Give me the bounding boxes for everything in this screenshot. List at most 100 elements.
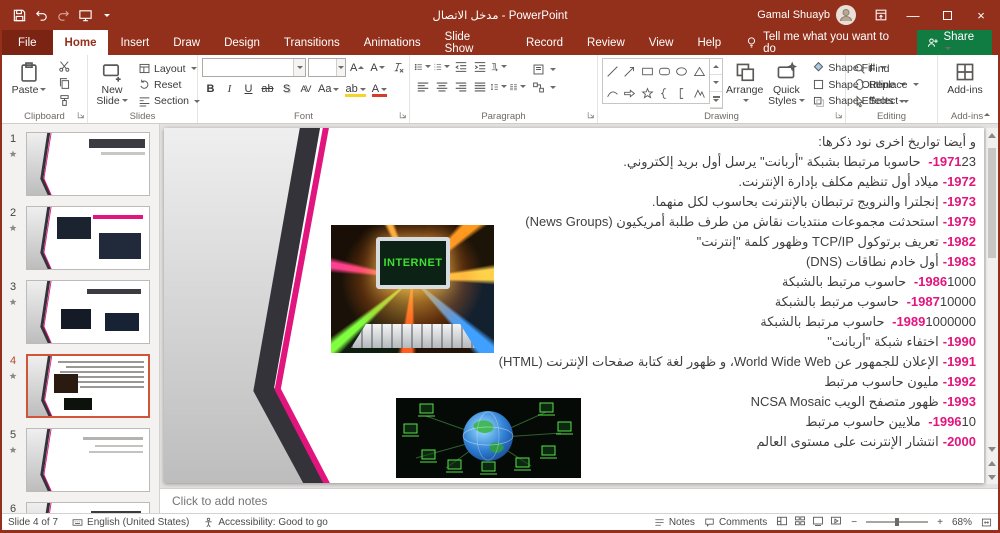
thumbnail-item-1[interactable]: 1 [4,132,155,196]
shape-block-arrow-icon[interactable] [621,82,638,104]
slide-thumbnail[interactable] [26,206,150,270]
ribbon-display-options-icon[interactable] [866,0,896,30]
tab-record[interactable]: Record [514,30,575,55]
slide-thumbnail-panel[interactable]: 1 2 3 4 5 6 [2,124,160,513]
slide-thumbnail[interactable] [26,280,150,344]
clipboard-dialog-launcher[interactable] [77,110,85,122]
previous-slide-button[interactable] [986,456,998,470]
format-painter-button[interactable] [55,93,74,109]
align-text-button[interactable] [529,61,559,78]
tab-insert[interactable]: Insert [108,30,161,55]
gallery-up-icon[interactable] [710,59,722,76]
scroll-up-icon[interactable] [986,128,998,142]
zoom-slider-knob[interactable] [894,518,899,526]
minimize-button[interactable]: — [896,0,930,30]
shape-line-icon[interactable] [604,60,621,82]
line-spacing-button[interactable] [490,78,507,95]
slide-thumbnail[interactable] [26,502,150,513]
bullets-button[interactable] [414,58,431,75]
language-indicator[interactable]: English (United States) [72,517,189,528]
font-name-combo[interactable] [202,58,306,77]
scrollbar-track[interactable] [986,142,998,442]
decrease-indent-button[interactable] [452,58,469,75]
scroll-down-icon[interactable] [986,442,998,456]
tab-animations[interactable]: Animations [352,30,433,55]
increase-indent-button[interactable] [471,58,488,75]
account-avatar[interactable] [836,5,856,25]
arrange-button[interactable]: Arrange [726,58,763,109]
gallery-more-icon[interactable] [710,92,722,108]
tab-design[interactable]: Design [212,30,272,55]
character-spacing-button[interactable]: AV [297,80,314,98]
tab-file[interactable]: File [2,30,53,55]
shapes-gallery-scroll[interactable] [710,58,723,109]
copy-button[interactable] [55,75,74,91]
underline-button[interactable]: U [240,80,257,98]
thumbnail-item-2[interactable]: 2 [4,206,155,270]
shape-rectangle-icon[interactable] [639,60,656,82]
shapes-gallery[interactable] [602,58,710,104]
layout-button[interactable]: Layout [135,61,203,76]
numbering-button[interactable] [433,58,450,75]
tab-view[interactable]: View [637,30,686,55]
font-color-button[interactable]: A [370,80,389,98]
maximize-button[interactable] [930,0,964,30]
comments-toggle[interactable]: Comments [704,517,767,528]
shape-curve-icon[interactable] [604,82,621,104]
font-dialog-launcher[interactable] [399,110,407,122]
new-slide-button[interactable]: New Slide [92,58,132,109]
replace-button[interactable]: Replace [850,77,922,92]
strikethrough-button[interactable]: ab [259,80,276,98]
find-button[interactable]: Find [850,61,922,76]
drawing-dialog-launcher[interactable] [835,110,843,122]
justify-button[interactable] [471,78,488,95]
thumbnail-item-6[interactable]: 6 [4,502,155,513]
next-slide-button[interactable] [986,470,998,484]
text-shadow-button[interactable]: S [278,80,295,98]
font-name-input[interactable] [203,59,294,76]
zoom-slider[interactable] [866,518,929,526]
slide-sorter-view-button[interactable] [794,515,806,530]
quick-styles-button[interactable]: Quick Styles [766,58,806,109]
tab-transitions[interactable]: Transitions [272,30,352,55]
collapse-ribbon-icon[interactable] [980,108,994,120]
account-name[interactable]: Gamal Shuayb [757,9,830,21]
animation-star-icon[interactable] [9,293,17,311]
paste-button[interactable]: Paste [6,58,52,109]
thumbnail-item-5[interactable]: 5 [4,428,155,492]
addins-button[interactable]: Add-ins [942,58,988,109]
animation-star-icon[interactable] [9,145,17,163]
accessibility-checker[interactable]: Accessibility: Good to go [203,517,328,528]
shape-freeform-icon[interactable] [691,82,708,104]
shape-arrow-icon[interactable] [621,60,638,82]
animation-star-icon[interactable] [9,367,17,385]
font-name-dropdown-icon[interactable] [293,59,305,76]
change-case-button[interactable]: Aa [316,80,341,98]
animation-star-icon[interactable] [9,441,17,459]
gallery-down-icon[interactable] [710,75,722,92]
normal-view-button[interactable] [776,515,788,530]
align-center-button[interactable] [433,78,450,95]
tab-review[interactable]: Review [575,30,637,55]
notes-toggle[interactable]: Notes [654,517,695,528]
undo-icon[interactable] [32,5,50,25]
reset-button[interactable]: Reset [135,77,203,92]
shape-oval-icon[interactable] [673,60,690,82]
notes-pane[interactable]: Click to add notes [160,488,998,513]
tab-slideshow[interactable]: Slide Show [433,30,514,55]
shape-triangle-icon[interactable] [691,60,708,82]
zoom-level[interactable]: 68% [952,517,972,528]
close-button[interactable]: × [964,0,998,30]
shape-brace-icon[interactable] [656,82,673,104]
grow-font-button[interactable]: A [348,59,366,77]
clear-formatting-button[interactable] [389,59,406,77]
font-size-input[interactable] [309,59,336,76]
redo-icon[interactable] [54,5,72,25]
tab-draw[interactable]: Draw [161,30,212,55]
vertical-scrollbar[interactable] [985,128,998,484]
paragraph-dialog-launcher[interactable] [587,110,595,122]
share-button[interactable]: Share [916,27,992,58]
select-button[interactable]: Select [850,94,922,109]
align-right-button[interactable] [452,78,469,95]
animation-star-icon[interactable] [9,219,17,237]
